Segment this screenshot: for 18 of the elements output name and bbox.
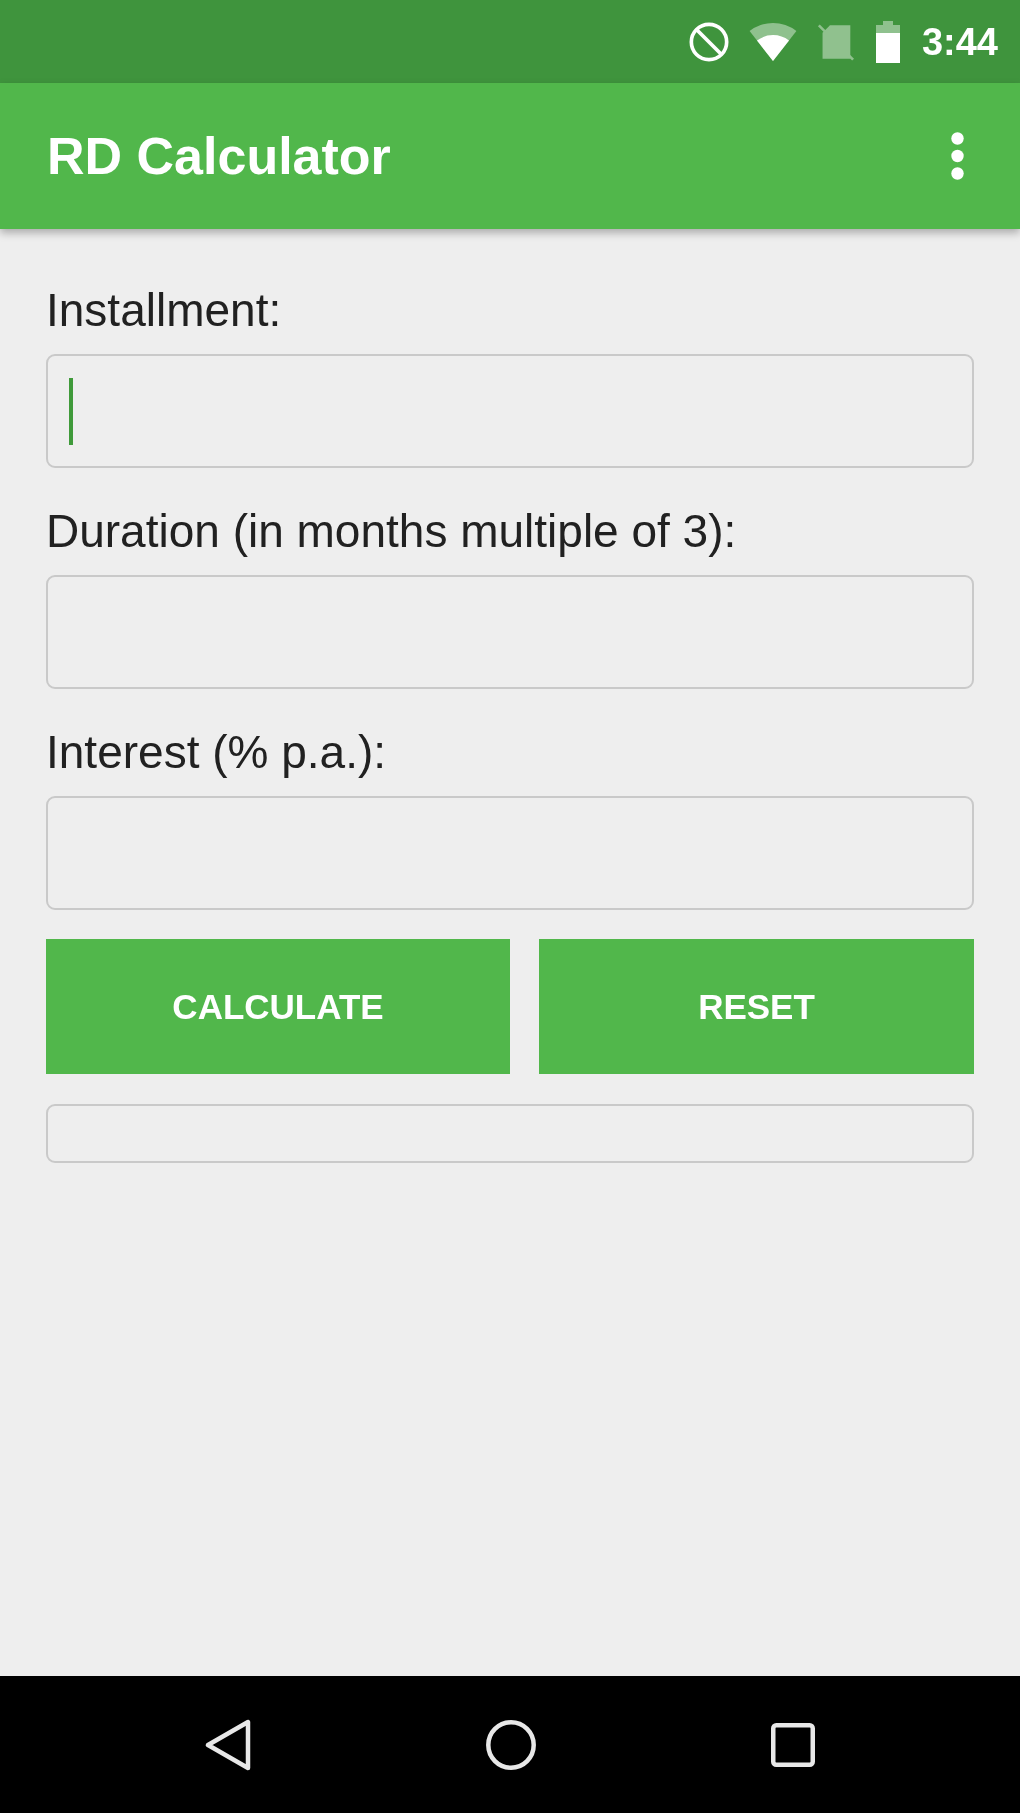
recent-apps-icon[interactable] (771, 1722, 815, 1767)
overflow-menu-icon[interactable] (951, 132, 964, 180)
field-label: Interest (% p.a.): (46, 726, 386, 778)
reset-button[interactable]: RESET (539, 939, 974, 1074)
app-title: RD Calculator (47, 125, 391, 187)
field-label: Duration (in months multiple of 3): (46, 505, 737, 557)
input-field[interactable] (46, 796, 974, 910)
calculate-button[interactable]: CALCULATE (46, 939, 510, 1074)
home-icon[interactable] (486, 1719, 536, 1770)
no-sim-signal-icon (816, 22, 854, 61)
input-field[interactable] (46, 575, 974, 689)
wifi-icon (748, 21, 797, 62)
do-not-disturb-icon (688, 21, 729, 62)
back-icon[interactable] (205, 1718, 251, 1771)
input-field[interactable] (46, 354, 974, 468)
field-label: Installment: (46, 284, 282, 336)
battery-icon (873, 20, 902, 63)
status-time: 3:44 (921, 22, 998, 61)
